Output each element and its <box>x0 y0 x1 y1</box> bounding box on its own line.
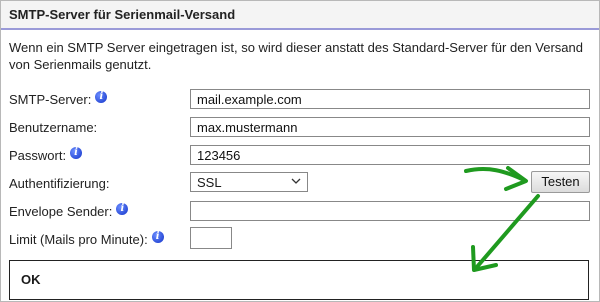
settings-panel: SMTP-Server für Serienmail-Versand Wenn … <box>0 0 600 302</box>
test-result-text: OK <box>21 272 41 287</box>
username-value: max.mustermann <box>197 120 298 135</box>
envelope-sender-input[interactable] <box>190 201 590 221</box>
envelope-sender-label-group: Envelope Sender: i <box>9 202 129 219</box>
test-result-box: OK <box>9 260 589 300</box>
auth-select-value: SSL <box>197 175 222 190</box>
username-label-group: Benutzername: <box>9 120 97 135</box>
envelope-sender-label: Envelope Sender: <box>9 204 113 219</box>
password-input[interactable]: 123456 <box>190 145 590 165</box>
section-title: SMTP-Server für Serienmail-Versand <box>9 7 236 22</box>
smtp-server-label: SMTP-Server: <box>9 92 92 107</box>
info-icon[interactable]: i <box>151 230 164 243</box>
info-icon[interactable]: i <box>116 202 129 215</box>
info-icon[interactable]: i <box>70 146 83 159</box>
chevron-down-icon <box>291 178 301 184</box>
username-input[interactable]: max.mustermann <box>190 117 590 137</box>
smtp-server-value: mail.example.com <box>197 92 302 107</box>
info-icon[interactable]: i <box>95 90 108 103</box>
limit-label: Limit (Mails pro Minute): <box>9 232 148 247</box>
smtp-server-label-group: SMTP-Server: i <box>9 90 108 107</box>
section-description: Wenn ein SMTP Server eingetragen ist, so… <box>9 40 583 72</box>
limit-input[interactable] <box>190 227 232 249</box>
password-value: 123456 <box>197 148 241 163</box>
auth-select[interactable]: SSL <box>190 172 308 192</box>
section-header: SMTP-Server für Serienmail-Versand <box>1 1 599 30</box>
test-button[interactable]: Testen <box>531 171 590 193</box>
username-label: Benutzername: <box>9 120 98 135</box>
auth-label-group: Authentifizierung: <box>9 176 109 191</box>
password-label: Passwort: <box>9 148 67 163</box>
smtp-server-input[interactable]: mail.example.com <box>190 89 590 109</box>
password-label-group: Passwort: i <box>9 146 83 163</box>
limit-label-group: Limit (Mails pro Minute): i <box>9 230 164 247</box>
auth-label: Authentifizierung: <box>9 176 110 191</box>
